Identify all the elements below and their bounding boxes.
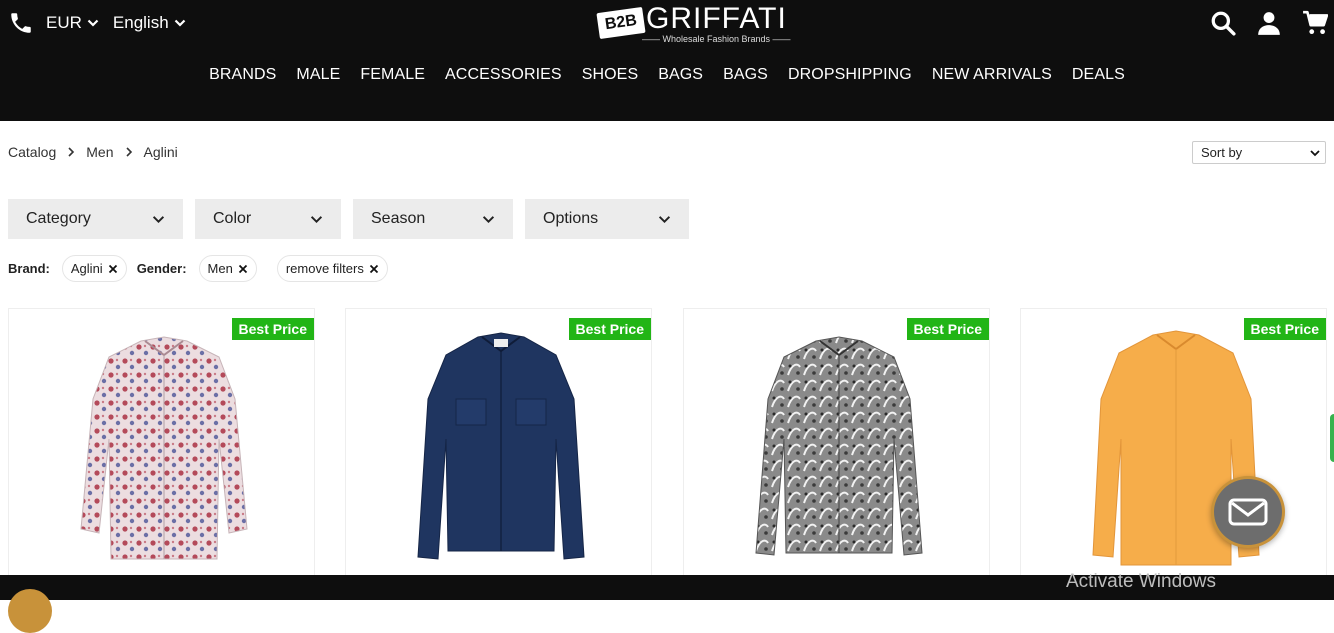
chip-label: Aglini bbox=[70, 261, 103, 276]
close-icon[interactable] bbox=[108, 264, 118, 274]
windows-watermark: Activate Windows bbox=[1066, 571, 1216, 592]
breadcrumb: Catalog Men Aglini bbox=[8, 144, 178, 160]
site-logo[interactable]: B2B GRIFFATI —— Wholesale Fashion Brands… bbox=[596, 2, 798, 46]
filter-label: Category bbox=[26, 210, 91, 227]
filter-label: Color bbox=[213, 210, 252, 227]
product-image-shirt[interactable] bbox=[754, 329, 924, 574]
nav-dropshipping[interactable]: DROPSHIPPING bbox=[788, 66, 912, 84]
nav-bags[interactable]: BAGS bbox=[658, 66, 703, 84]
active-filters: Brand: Aglini Gender: Men remove filters bbox=[8, 255, 398, 282]
filter-season[interactable]: Season bbox=[353, 199, 513, 239]
nav-shoes[interactable]: SHOES bbox=[582, 66, 639, 84]
nav-male[interactable]: MALE bbox=[296, 66, 340, 84]
currency-selector[interactable]: EUR bbox=[46, 13, 99, 33]
product-card[interactable]: Best Price bbox=[345, 308, 652, 588]
user-icon[interactable] bbox=[1256, 10, 1282, 36]
chevron-down-icon bbox=[482, 215, 495, 223]
language-selector[interactable]: English bbox=[113, 13, 186, 33]
filter-bar: Category Color Season Options bbox=[8, 199, 701, 239]
close-icon[interactable] bbox=[238, 264, 248, 274]
breadcrumb-catalog[interactable]: Catalog bbox=[8, 144, 56, 160]
logo-tagline: —— Wholesale Fashion Brands —— bbox=[642, 34, 791, 44]
logo-name: GRIFFATI bbox=[646, 2, 787, 35]
gender-filter-label: Gender: bbox=[136, 261, 187, 276]
site-header: EUR English B2B GRIFFATI —— Wholesale Fa… bbox=[0, 0, 1334, 121]
sort-select[interactable]: Sort by bbox=[1192, 141, 1326, 164]
filter-category[interactable]: Category bbox=[8, 199, 183, 239]
chevron-right-icon bbox=[68, 147, 75, 157]
product-image-shirt[interactable] bbox=[416, 329, 586, 574]
main-nav: BRANDS MALE FEMALE ACCESSORIES SHOES BAG… bbox=[0, 66, 1334, 84]
filter-options[interactable]: Options bbox=[525, 199, 689, 239]
remove-filters-chip[interactable]: remove filters bbox=[276, 255, 388, 282]
product-card[interactable]: Best Price bbox=[1020, 308, 1327, 588]
brand-filter-chip[interactable]: Aglini bbox=[61, 255, 127, 282]
cart-icon[interactable] bbox=[1302, 10, 1328, 36]
breadcrumb-men[interactable]: Men bbox=[86, 144, 113, 160]
sort-label: Sort by bbox=[1201, 145, 1243, 160]
nav-deals[interactable]: DEALS bbox=[1072, 66, 1125, 84]
language-label: English bbox=[112, 13, 169, 32]
side-feedback-tab[interactable] bbox=[1330, 414, 1334, 462]
header-right-tools bbox=[1190, 10, 1328, 36]
nav-new-arrivals[interactable]: NEW ARRIVALS bbox=[932, 66, 1052, 84]
breadcrumb-aglini[interactable]: Aglini bbox=[144, 144, 178, 160]
chevron-down-icon bbox=[1310, 149, 1320, 156]
search-icon[interactable] bbox=[1210, 10, 1236, 36]
nav-bags-2[interactable]: BAGS bbox=[723, 66, 768, 84]
chevron-down-icon bbox=[87, 19, 99, 27]
header-left-tools: EUR English bbox=[8, 9, 200, 37]
chevron-down-icon bbox=[174, 19, 185, 27]
chevron-right-icon bbox=[125, 147, 132, 157]
filter-label: Options bbox=[543, 210, 599, 227]
nav-accessories[interactable]: ACCESSORIES bbox=[445, 66, 562, 84]
chevron-down-icon bbox=[152, 215, 165, 223]
chat-button[interactable] bbox=[1211, 476, 1285, 548]
chip-label: remove filters bbox=[285, 261, 364, 276]
close-icon[interactable] bbox=[369, 264, 379, 274]
bottom-avatar[interactable] bbox=[8, 589, 52, 633]
chevron-down-icon bbox=[310, 215, 323, 223]
chevron-down-icon bbox=[658, 215, 671, 223]
nav-brands[interactable]: BRANDS bbox=[209, 66, 276, 84]
product-card[interactable]: Best Price bbox=[8, 308, 315, 588]
nav-female[interactable]: FEMALE bbox=[360, 66, 425, 84]
brand-filter-label: Brand: bbox=[8, 261, 50, 276]
phone-icon[interactable] bbox=[8, 10, 34, 36]
gender-filter-chip[interactable]: Men bbox=[198, 255, 257, 282]
product-image-shirt[interactable] bbox=[79, 329, 249, 574]
filter-label: Season bbox=[371, 210, 426, 227]
logo-badge: B2B bbox=[596, 6, 646, 40]
currency-label: EUR bbox=[46, 13, 82, 32]
envelope-icon bbox=[1228, 498, 1268, 526]
product-card[interactable]: Best Price bbox=[683, 308, 990, 588]
filter-color[interactable]: Color bbox=[195, 199, 341, 239]
chip-label: Men bbox=[207, 261, 233, 276]
